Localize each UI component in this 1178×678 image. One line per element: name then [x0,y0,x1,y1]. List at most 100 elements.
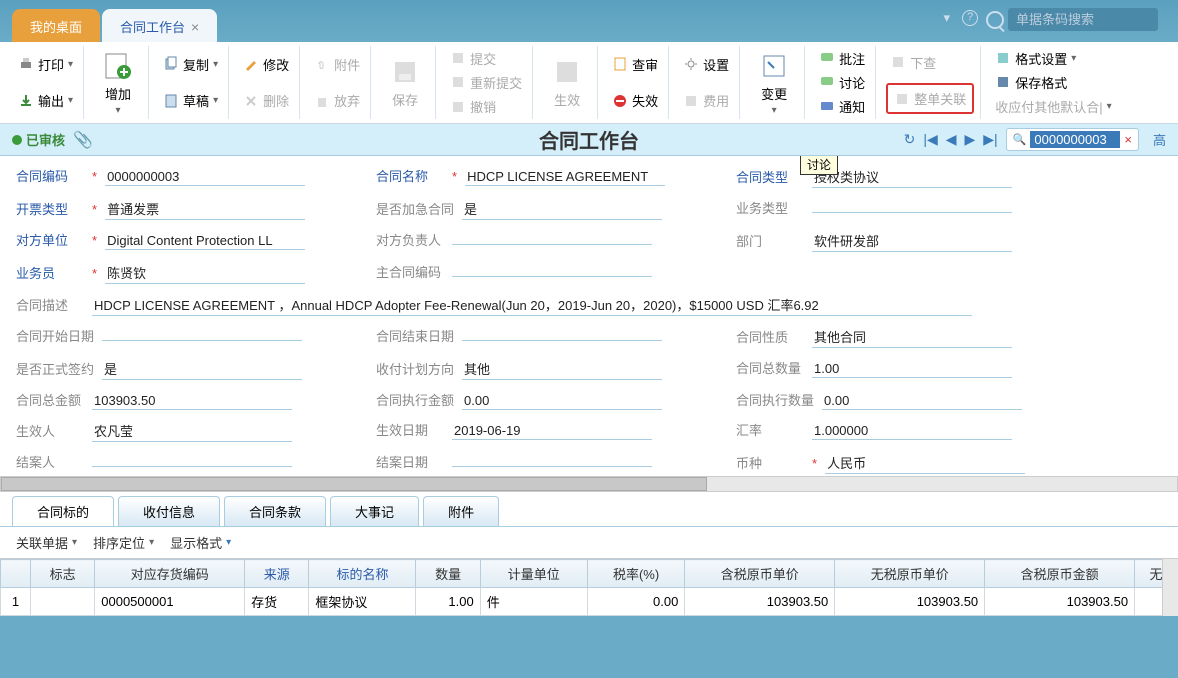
party-mgr-value[interactable] [452,242,652,245]
discard-button[interactable]: 放弃 [310,89,364,112]
invalid-button[interactable]: 失效 [608,89,662,112]
closer-value[interactable] [92,464,292,467]
help-icon[interactable]: ? [962,10,978,26]
end-value[interactable] [462,338,662,341]
last-icon[interactable]: ▶| [983,131,997,148]
type-value[interactable]: 授权类协议 [812,166,1012,188]
total-value[interactable]: 103903.50 [92,392,292,410]
settings-button[interactable]: 设置 [679,53,733,76]
tab-desktop[interactable]: 我的桌面 [12,9,100,42]
currency-label: 币种 [736,453,804,472]
advanced-link[interactable]: 高 [1153,130,1166,149]
col-unit[interactable]: 计量单位 [480,560,587,588]
dept-value[interactable]: 软件研发部 [812,230,1012,252]
main-code-value[interactable] [452,274,652,277]
tab-target[interactable]: 合同标的 [12,496,114,526]
save-format-button[interactable]: 保存格式 [991,71,1115,94]
exec-qty-label: 合同执行数量 [736,390,814,409]
form-area: 讨论 合同编码*0000000003 合同名称*HDCP LICENSE AGR… [0,156,1178,476]
link-whole-button[interactable]: 整单关联 [886,83,974,114]
h-scrollbar[interactable] [0,476,1178,492]
code-value[interactable]: 0000000003 [105,168,305,186]
main-code-label: 主合同编码 [376,262,444,281]
tab-terms[interactable]: 合同条款 [224,496,326,526]
revoke-button[interactable]: 撤销 [446,95,526,118]
col-tax-price[interactable]: 含税原币单价 [685,560,835,588]
col-qty[interactable]: 数量 [416,560,480,588]
rate-value[interactable]: 1.000000 [812,422,1012,440]
annotate-button[interactable]: 批注 [815,47,869,70]
submit-button[interactable]: 提交 [446,47,526,70]
search-icon: 🔍 [1013,133,1027,146]
qty-value[interactable]: 1.00 [812,360,1012,378]
record-search-input[interactable] [1030,131,1120,148]
close-date-value[interactable] [452,464,652,467]
save-button[interactable]: 保存 [381,52,429,113]
search-icon [986,11,1004,29]
cost-button[interactable]: 费用 [679,89,733,112]
search-input[interactable] [1008,8,1158,31]
discuss-button[interactable]: 讨论 [815,71,869,94]
eff-date-value[interactable]: 2019-06-19 [452,422,652,440]
exec-qty-value[interactable]: 0.00 [822,392,1022,410]
add-button[interactable]: 增加▾ [94,46,142,120]
sort-button[interactable]: 排序定位▾ [93,533,154,552]
desc-value[interactable]: HDCP LICENSE AGREEMENT ，Annual HDCP Adop… [92,294,972,316]
display-button[interactable]: 显示格式▾ [170,533,231,552]
prev-icon[interactable]: ◀ [946,131,957,148]
attachment-button[interactable]: 附件 [310,53,364,76]
first-icon[interactable]: |◀ [923,131,937,148]
col-notax-price[interactable]: 无税原币单价 [835,560,985,588]
default-combo[interactable]: 收应付其他默认合|▾ [991,95,1115,118]
top-tab-bar: 我的桌面 合同工作台 × ▾ ? [0,0,1178,42]
table-row[interactable]: 1 0000500001 存货 框架协议 1.00 件 0.00 103903.… [1,588,1178,616]
draft-button[interactable]: 草稿▾ [159,89,222,112]
copy-button[interactable]: 复制▾ [159,53,222,76]
sales-value[interactable]: 陈贤钦 [105,262,305,284]
delete-button[interactable]: 删除 [239,89,293,112]
start-value[interactable] [102,338,302,341]
notify-button[interactable]: 通知 [815,95,869,118]
dropdown-icon[interactable]: ▾ [943,10,950,26]
modify-button[interactable]: 修改 [239,53,293,76]
paperclip-icon[interactable]: 📎 [73,130,93,150]
currency-value[interactable]: 人民币 [825,452,1025,474]
effect-button[interactable]: 生效 [543,52,591,113]
col-inv-code[interactable]: 对应存货编码 [95,560,245,588]
tab-events[interactable]: 大事记 [330,496,419,526]
close-icon[interactable]: × [191,19,199,35]
resubmit-button[interactable]: 重新提交 [446,71,526,94]
exec-amt-value[interactable]: 0.00 [462,392,662,410]
biztype-value[interactable] [812,210,1012,213]
col-tax-amount[interactable]: 含税原币金额 [985,560,1135,588]
invoice-value[interactable]: 普通发票 [105,198,305,220]
name-value[interactable]: HDCP LICENSE AGREEMENT [465,168,665,186]
clear-icon[interactable]: × [1124,132,1132,147]
nature-value[interactable]: 其他合同 [812,326,1012,348]
signed-value[interactable]: 是 [102,358,302,380]
plan-dir-value[interactable]: 其他 [462,358,662,380]
sales-label: 业务员 [16,263,84,282]
col-target-name[interactable]: 标的名称 [309,560,416,588]
col-tax-rate[interactable]: 税率(%) [587,560,685,588]
print-button[interactable]: 打印▾ [14,53,77,76]
effector-value[interactable]: 农凡莹 [92,420,292,442]
lookup-button[interactable]: 下查 [886,51,974,74]
export-button[interactable]: 输出▾ [14,89,77,112]
related-button[interactable]: 关联单据▾ [16,533,77,552]
urgent-value[interactable]: 是 [462,198,662,220]
tab-attach[interactable]: 附件 [423,496,499,526]
tab-payment[interactable]: 收付信息 [118,496,220,526]
tab-workbench[interactable]: 合同工作台 × [102,9,217,42]
col-mark[interactable]: 标志 [31,560,95,588]
audit-button[interactable]: 查审 [608,53,662,76]
global-search [986,8,1158,31]
col-source[interactable]: 来源 [245,560,309,588]
next-icon[interactable]: ▶ [965,131,976,148]
refresh-icon[interactable]: ↻ [904,131,916,148]
change-button[interactable]: 变更▾ [750,46,798,120]
v-scrollbar[interactable] [1162,559,1178,616]
party-value[interactable]: Digital Content Protection LL [105,232,305,250]
format-button[interactable]: 格式设置▾ [991,47,1115,70]
biztype-label: 业务类型 [736,198,804,217]
